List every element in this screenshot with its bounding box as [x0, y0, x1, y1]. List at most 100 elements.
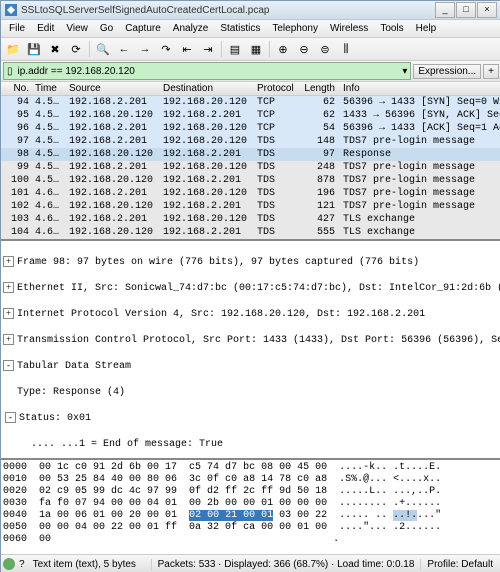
hex-bytes[interactable]: 1a 00 06 01 00 20 00 01: [39, 510, 189, 521]
col-source[interactable]: Source: [67, 82, 161, 95]
last-icon[interactable]: ⇥: [198, 39, 218, 59]
menu-wireless[interactable]: Wireless: [324, 22, 374, 35]
help-icon[interactable]: ?: [19, 559, 25, 570]
colorize-icon[interactable]: ▦: [246, 39, 266, 59]
hex-bytes[interactable]: 00 53 25 84 40 00 80 06 3c 0f c0 a8 14 7…: [39, 474, 327, 485]
tcp-line[interactable]: Transmission Control Protocol, Src Port:…: [17, 335, 500, 346]
hex-ascii[interactable]: ...": [417, 510, 441, 521]
hex-offset: 0020: [3, 486, 27, 497]
menu-help[interactable]: Help: [410, 22, 443, 35]
filter-field-wrap: ▯ ▾: [3, 62, 411, 80]
packet-row[interactable]: 1024.6…192.168.20.120192.168.2.201TDS121…: [1, 200, 500, 213]
hex-pane[interactable]: 0000 00 1c c0 91 2d 6b 00 17 c5 74 d7 bc…: [1, 460, 500, 554]
first-icon[interactable]: ⇤: [177, 39, 197, 59]
packet-row[interactable]: 1034.6…192.168.2.201192.168.20.120TDS427…: [1, 213, 500, 226]
hex-ascii[interactable]: ........ .+......: [339, 498, 441, 509]
hex-ascii[interactable]: .: [333, 534, 339, 545]
close-button[interactable]: ×: [477, 2, 497, 18]
menu-capture[interactable]: Capture: [119, 22, 167, 35]
col-no[interactable]: No.: [1, 82, 33, 95]
col-time[interactable]: Time: [33, 82, 67, 95]
autoscroll-icon[interactable]: ▤: [225, 39, 245, 59]
hex-ascii[interactable]: ....-k.. .t....E.: [339, 462, 441, 473]
hex-ascii[interactable]: .....L.. ...,..P.: [339, 486, 441, 497]
hex-offset: 0050: [3, 522, 27, 533]
hex-bytes[interactable]: 03 00 22: [273, 510, 327, 521]
hex-ascii[interactable]: ...."... .2......: [339, 522, 441, 533]
clear-filter-icon[interactable]: ▾: [399, 66, 410, 77]
packet-row[interactable]: 974.5…192.168.2.201192.168.20.120TDS148T…: [1, 135, 500, 148]
tds-line[interactable]: Tabular Data Stream: [17, 361, 131, 372]
save-icon[interactable]: 💾: [24, 39, 44, 59]
expert-info-icon[interactable]: [3, 558, 15, 570]
menu-tools[interactable]: Tools: [374, 22, 409, 35]
packet-row[interactable]: 964.5…192.168.2.201192.168.20.120TCP5456…: [1, 122, 500, 135]
col-length[interactable]: Length: [301, 82, 341, 95]
hex-bytes[interactable]: 00 00 04 00 22 00 01 ff 0a 32 0f ca 00 0…: [39, 522, 327, 533]
packet-details[interactable]: +Frame 98: 97 bytes on wire (776 bits), …: [1, 241, 500, 460]
add-filter-button[interactable]: +: [483, 64, 499, 79]
title-bar: SSLtoSQLServerSelfSignedAutoCreatedCertL…: [1, 1, 500, 20]
col-destination[interactable]: Destination: [161, 82, 255, 95]
toolbar: 📁 💾 ✖ ⟳ 🔍 ← → ↷ ⇤ ⇥ ▤ ▦ ⊕ ⊖ ⊜ ⫼: [1, 38, 500, 61]
packet-row[interactable]: 994.5…192.168.2.201192.168.20.120TDS248T…: [1, 161, 500, 174]
reload-icon[interactable]: ⟳: [66, 39, 86, 59]
hex-bytes[interactable]: 00: [39, 534, 51, 545]
minimize-button[interactable]: _: [435, 2, 455, 18]
menu-edit[interactable]: Edit: [31, 22, 60, 35]
expand-icon[interactable]: +: [3, 282, 14, 293]
expand-icon[interactable]: +: [3, 308, 14, 319]
hex-bytes[interactable]: fa f0 07 94 00 00 04 01 00 2b 00 00 01 0…: [39, 498, 327, 509]
collapse-icon[interactable]: -: [5, 412, 16, 423]
hex-offset: 0060: [3, 534, 27, 545]
menu-analyze[interactable]: Analyze: [167, 22, 215, 35]
bookmark-icon[interactable]: ▯: [4, 66, 16, 77]
collapse-icon[interactable]: -: [3, 360, 14, 371]
frame-line[interactable]: Frame 98: 97 bytes on wire (776 bits), 9…: [17, 257, 419, 268]
goto-icon[interactable]: ↷: [156, 39, 176, 59]
packet-row[interactable]: 1004.5…192.168.20.120192.168.2.201TDS878…: [1, 174, 500, 187]
menu-statistics[interactable]: Statistics: [214, 22, 266, 35]
status-profile[interactable]: Profile: Default: [421, 559, 499, 570]
hex-ascii-selected[interactable]: ..!.: [393, 510, 417, 521]
hex-ascii[interactable]: ..... ..: [339, 510, 393, 521]
col-protocol[interactable]: Protocol: [255, 82, 301, 95]
expand-icon[interactable]: +: [3, 334, 14, 345]
resize-cols-icon[interactable]: ⫼: [336, 39, 356, 59]
menu-go[interactable]: Go: [94, 22, 119, 35]
packet-row[interactable]: 944.5…192.168.2.201192.168.20.120TCP6256…: [1, 96, 500, 109]
packet-row[interactable]: 1014.6…192.168.2.201192.168.20.120TDS196…: [1, 187, 500, 200]
open-icon[interactable]: 📁: [3, 39, 23, 59]
separator: [89, 41, 90, 57]
expand-icon[interactable]: +: [3, 256, 14, 267]
separator: [269, 41, 270, 57]
close-file-icon[interactable]: ✖: [45, 39, 65, 59]
menu-telephony[interactable]: Telephony: [266, 22, 324, 35]
zoom-reset-icon[interactable]: ⊜: [315, 39, 335, 59]
col-info[interactable]: Info: [341, 82, 500, 95]
packet-row[interactable]: 954.5…192.168.20.120192.168.2.201TCP6214…: [1, 109, 500, 122]
hex-ascii[interactable]: .S%.@... <....x..: [339, 474, 441, 485]
eth-line[interactable]: Ethernet II, Src: Sonicwal_74:d7:bc (00:…: [17, 283, 500, 294]
menu-view[interactable]: View: [60, 22, 94, 35]
hex-bytes[interactable]: 00 1c c0 91 2d 6b 00 17 c5 74 d7 bc 08 0…: [39, 462, 327, 473]
display-filter-input[interactable]: [16, 64, 400, 78]
type-line[interactable]: Type: Response (4): [17, 387, 125, 398]
zoom-in-icon[interactable]: ⊕: [273, 39, 293, 59]
ip-line[interactable]: Internet Protocol Version 4, Src: 192.16…: [17, 309, 425, 320]
expression-button[interactable]: Expression...: [413, 64, 481, 79]
maximize-button[interactable]: □: [456, 2, 476, 18]
zoom-out-icon[interactable]: ⊖: [294, 39, 314, 59]
find-icon[interactable]: 🔍: [93, 39, 113, 59]
packet-row[interactable]: 1044.6…192.168.20.120192.168.2.201TDS555…: [1, 226, 500, 239]
separator: [221, 41, 222, 57]
forward-icon[interactable]: →: [135, 39, 155, 59]
status-line[interactable]: Status: 0x01: [19, 413, 91, 424]
packet-list: No. Time Source Destination Protocol Len…: [1, 82, 500, 241]
status-bit[interactable]: .... ...1 = End of message: True: [31, 439, 223, 450]
hex-bytes-selected[interactable]: 02 00 21 00 01: [189, 510, 273, 521]
menu-file[interactable]: File: [3, 22, 31, 35]
packet-row[interactable]: 984.5…192.168.20.120192.168.2.201TDS97Re…: [1, 148, 500, 161]
hex-bytes[interactable]: 02 c9 05 99 dc 4c 97 99 0f d2 ff 2c ff 9…: [39, 486, 327, 497]
back-icon[interactable]: ←: [114, 39, 134, 59]
